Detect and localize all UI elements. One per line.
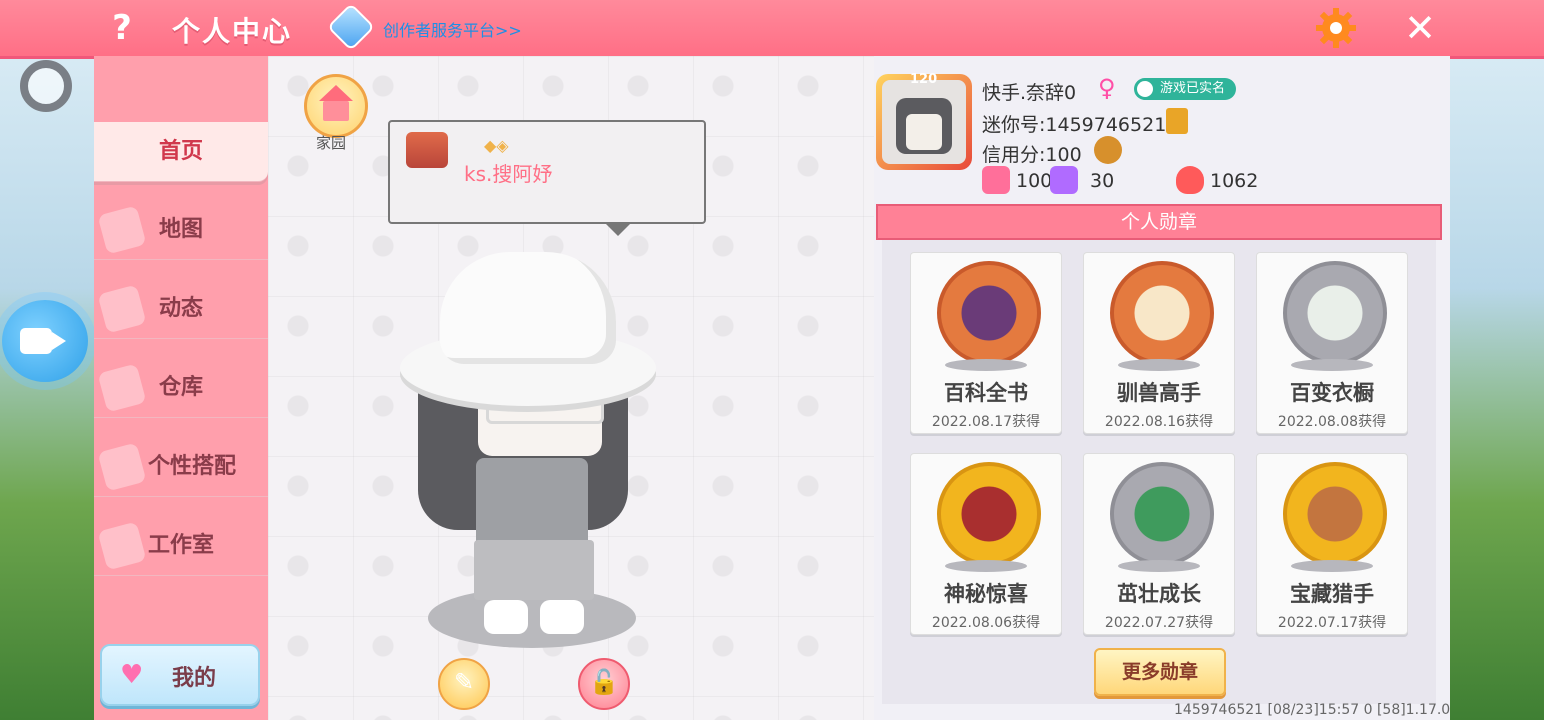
- vip-badge-icon: ◆◈: [484, 136, 509, 155]
- settings-gear-icon[interactable]: [1314, 6, 1358, 50]
- record-button-icon[interactable]: [20, 60, 72, 112]
- medal-name: 驯兽高手: [1117, 381, 1201, 405]
- fire-icon: [1176, 166, 1204, 194]
- medal-name: 百变衣橱: [1290, 381, 1374, 405]
- sidebar-item-label: 地图: [158, 217, 203, 242]
- verified-badge: 游戏已实名: [1134, 78, 1236, 100]
- sidebar-item-label: 工作室: [147, 533, 214, 558]
- help-icon[interactable]: ?: [104, 10, 140, 46]
- sidebar-item-outfit[interactable]: 个性搭配: [94, 437, 268, 497]
- medal-date: 2022.08.08获得: [1277, 414, 1387, 430]
- house-icon: [319, 85, 353, 101]
- medal-card[interactable]: 百科全书 2022.08.17获得: [910, 252, 1062, 434]
- speech-name: ks.搜阿妤: [464, 162, 553, 186]
- level-badge: 120: [910, 72, 938, 87]
- sidebar-item-label: 个性搭配: [147, 454, 236, 479]
- wardrobe-medal-icon: [1283, 261, 1387, 365]
- avatar-shorts: [474, 540, 594, 600]
- page-title: 个人中心: [172, 15, 293, 48]
- sidebar-item-studio[interactable]: 工作室: [94, 516, 268, 576]
- close-icon[interactable]: ✕: [1400, 8, 1440, 48]
- mystery-gift-medal-icon: [937, 462, 1041, 566]
- medal-date: 2022.08.16获得: [1104, 414, 1214, 430]
- medal-section-header: 个人勋章: [876, 204, 1442, 240]
- home-garden-button[interactable]: [304, 74, 368, 138]
- medal-card[interactable]: 宝藏猎手 2022.07.17获得: [1256, 453, 1408, 635]
- credit-user-icon[interactable]: [1094, 136, 1122, 164]
- avatar-hat-top: [440, 252, 616, 364]
- encyclopedia-medal-icon: [937, 261, 1041, 365]
- stat-value: 30: [1090, 170, 1115, 192]
- username: 快手.奈辞0: [982, 82, 1077, 104]
- sidebar-item-home[interactable]: 首页: [94, 122, 268, 182]
- sidebar-item-label: 仓库: [158, 375, 203, 400]
- medal-card[interactable]: 神秘惊喜 2022.08.06获得: [910, 453, 1062, 635]
- edit-button[interactable]: ✎: [438, 658, 490, 710]
- growth-medal-icon: [1110, 462, 1214, 566]
- avatar-shirt: [476, 458, 588, 548]
- unlock-button[interactable]: 🔓: [578, 658, 630, 710]
- female-icon: ♀: [1098, 74, 1116, 102]
- creator-platform-link[interactable]: 创作者服务平台>>: [383, 17, 522, 41]
- sidebar-item-feed[interactable]: 动态: [94, 279, 268, 339]
- treasure-hunter-medal-icon: [1283, 462, 1387, 566]
- medal-name: 宝藏猎手: [1290, 582, 1374, 606]
- top-bar: ? 个人中心 创作者服务平台>> ✕: [0, 0, 1544, 59]
- mini-id: 迷你号:1459746521: [982, 114, 1167, 136]
- more-medals-button[interactable]: 更多勋章: [1094, 648, 1226, 696]
- pencil-icon: ✎: [453, 668, 475, 696]
- fans-icon: [1050, 166, 1078, 194]
- avatar-shoe: [540, 600, 584, 634]
- mine-button[interactable]: ♥ 我的: [100, 644, 260, 706]
- avatar-portrait: [882, 80, 966, 164]
- avatar-shoe: [484, 600, 528, 634]
- stat-value: 1062: [1210, 170, 1259, 192]
- medal-card[interactable]: 驯兽高手 2022.08.16获得: [1083, 252, 1235, 434]
- medal-date: 2022.07.17获得: [1277, 615, 1387, 631]
- beast-tamer-medal-icon: [1110, 261, 1214, 365]
- heart-icon: ♥: [120, 660, 144, 690]
- medal-name: 茁壮成长: [1117, 582, 1201, 606]
- medal-date: 2022.08.06获得: [931, 615, 1041, 631]
- medal-card[interactable]: 茁壮成长 2022.07.27获得: [1083, 453, 1235, 635]
- copy-icon[interactable]: [1166, 108, 1188, 134]
- home-label: 家园: [316, 134, 347, 152]
- sidebar-item-map[interactable]: 地图: [94, 200, 268, 260]
- sidebar: 首页 地图 动态 仓库 个性搭配 工作室: [94, 56, 268, 720]
- mine-label: 我的: [172, 666, 217, 691]
- medal-date: 2022.08.17获得: [931, 414, 1041, 430]
- medal-card[interactable]: 百变衣橱 2022.08.08获得: [1256, 252, 1408, 434]
- medal-name: 百科全书: [944, 381, 1028, 405]
- medal-date: 2022.07.27获得: [1104, 615, 1214, 631]
- speech-bubble: ◆◈ ks.搜阿妤: [388, 120, 706, 236]
- version-footer: 1459746521 [08/23]15:57 0 [58]1.17.0: [1174, 702, 1451, 718]
- sidebar-item-label: 首页: [158, 139, 203, 164]
- avatar-badge-icon: [406, 132, 448, 168]
- video-camera-icon[interactable]: [2, 300, 88, 382]
- sidebar-item-warehouse[interactable]: 仓库: [94, 358, 268, 418]
- creator-platform-icon[interactable]: [329, 5, 373, 49]
- credit-score: 信用分:100: [982, 144, 1082, 166]
- unlock-icon: 🔓: [589, 668, 619, 696]
- medal-name: 神秘惊喜: [944, 582, 1028, 606]
- avatar-frame[interactable]: [876, 74, 972, 170]
- sidebar-item-label: 动态: [158, 296, 203, 321]
- stat-value: 100: [1016, 170, 1053, 192]
- star-card-icon: [982, 166, 1010, 194]
